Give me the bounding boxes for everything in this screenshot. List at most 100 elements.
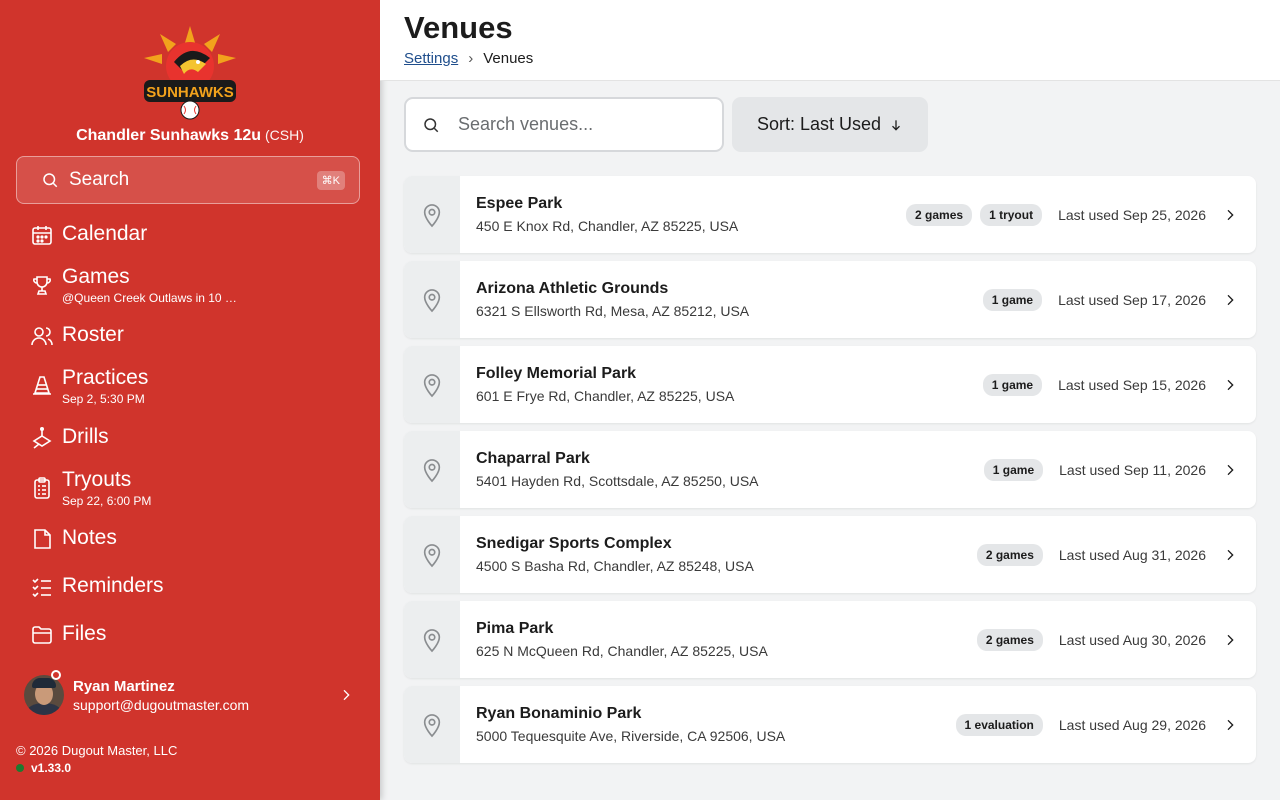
logo-wordmark: SUNHAWKS bbox=[146, 84, 234, 101]
venue-row[interactable]: Chaparral Park 5401 Hayden Rd, Scottsdal… bbox=[404, 431, 1256, 508]
search-icon bbox=[424, 117, 439, 132]
user-status-dot bbox=[51, 670, 61, 680]
page-header: Venues Settings › Venues bbox=[380, 0, 1280, 81]
usage-badge: 2 games bbox=[906, 203, 973, 226]
venue-name: Espee Park bbox=[476, 195, 563, 212]
sidebar-item-games[interactable]: Games @Queen Creek Outlaws in 10 … bbox=[30, 265, 237, 306]
map-pin-icon bbox=[423, 203, 441, 227]
arrow-down-icon bbox=[892, 119, 900, 131]
sidebar-item-label: Practices bbox=[62, 366, 149, 389]
venue-address: 5401 Hayden Rd, Scottsdale, AZ 85250, US… bbox=[476, 473, 759, 489]
breadcrumb-settings-link[interactable]: Settings bbox=[404, 50, 458, 67]
map-pin-icon bbox=[423, 543, 441, 567]
venue-name: Folley Memorial Park bbox=[476, 365, 637, 382]
venue-name: Ryan Bonaminio Park bbox=[476, 705, 642, 722]
sidebar-item-label: Calendar bbox=[62, 222, 148, 245]
user-profile-button[interactable]: Ryan Martinez support@dugoutmaster.com bbox=[24, 674, 354, 716]
chevron-right-icon bbox=[1227, 379, 1234, 390]
venue-row[interactable]: Snedigar Sports Complex 4500 S Basha Rd,… bbox=[404, 516, 1256, 593]
trophy-icon bbox=[33, 276, 51, 295]
sidebar-item-notes[interactable]: Notes bbox=[30, 526, 117, 551]
team-name-text: Chandler Sunhawks 12u bbox=[76, 127, 262, 144]
map-pin-icon bbox=[423, 288, 441, 312]
venue-name: Snedigar Sports Complex bbox=[476, 535, 672, 552]
page-title: Venues bbox=[404, 10, 513, 45]
search-icon bbox=[43, 173, 58, 188]
chevron-right-icon bbox=[1227, 719, 1234, 730]
cone-icon bbox=[33, 376, 51, 395]
clipboard-icon bbox=[34, 477, 50, 499]
sidebar-item-subtitle: @Queen Creek Outlaws in 10 … bbox=[62, 291, 237, 305]
breadcrumb-separator: › bbox=[468, 50, 474, 67]
sidebar-item-label: Roster bbox=[62, 323, 124, 346]
sidebar-item-label: Tryouts bbox=[62, 468, 132, 491]
venue-search-input[interactable]: Search venues... bbox=[404, 97, 724, 152]
sidebar-item-reminders[interactable]: Reminders bbox=[30, 574, 164, 599]
chevron-right-icon bbox=[1227, 464, 1234, 475]
venue-row[interactable]: Pima Park 625 N McQueen Rd, Chandler, AZ… bbox=[404, 601, 1256, 678]
usage-badge: 1 evaluation bbox=[955, 713, 1043, 736]
venue-address: 4500 S Basha Rd, Chandler, AZ 85248, USA bbox=[476, 558, 754, 574]
venue-name: Arizona Athletic Grounds bbox=[476, 280, 669, 297]
venue-address: 450 E Knox Rd, Chandler, AZ 85225, USA bbox=[476, 218, 739, 234]
usage-badge: 2 games bbox=[976, 543, 1043, 566]
sort-label: Sort: Last Used bbox=[756, 114, 882, 134]
keyboard-shortcut-badge: ⌘K bbox=[316, 170, 345, 190]
last-used-text: Last used Aug 29, 2026 bbox=[1058, 716, 1206, 733]
venue-row[interactable]: Folley Memorial Park 601 E Frye Rd, Chan… bbox=[404, 346, 1256, 423]
sidebar-item-label: Notes bbox=[62, 526, 117, 549]
user-name: Ryan Martinez bbox=[73, 677, 175, 695]
usage-badge: 2 games bbox=[976, 628, 1043, 651]
map-pin-icon bbox=[423, 373, 441, 397]
folder-icon bbox=[32, 626, 52, 644]
venue-row[interactable]: Ryan Bonaminio Park 5000 Tequesquite Ave… bbox=[404, 686, 1256, 763]
sidebar-item-drills[interactable]: Drills bbox=[30, 425, 109, 450]
last-used-text: Last used Aug 30, 2026 bbox=[1058, 631, 1206, 648]
last-used-text: Last used Aug 31, 2026 bbox=[1058, 546, 1206, 563]
chevron-right-icon bbox=[1227, 209, 1234, 220]
note-icon bbox=[34, 529, 51, 549]
sidebar-item-label: Games bbox=[62, 265, 130, 288]
venue-name: Chaparral Park bbox=[476, 450, 590, 467]
calendar-icon bbox=[32, 226, 52, 245]
venue-row[interactable]: Arizona Athletic Grounds 6321 S Ellswort… bbox=[404, 261, 1256, 338]
map-pin-icon bbox=[423, 713, 441, 737]
sidebar-search-button[interactable]: Search ⌘K bbox=[16, 156, 360, 204]
usage-badge: 1 game bbox=[983, 458, 1044, 481]
last-used-text: Last used Sep 11, 2026 bbox=[1059, 461, 1206, 478]
chevron-right-icon bbox=[343, 689, 350, 701]
team-logo[interactable]: SUNHAWKS bbox=[140, 24, 240, 120]
sidebar-search-label: Search bbox=[69, 169, 130, 190]
usage-badge: 1 game bbox=[982, 373, 1043, 396]
user-email: support@dugoutmaster.com bbox=[73, 696, 250, 713]
venue-address: 5000 Tequesquite Ave, Riverside, CA 9250… bbox=[476, 728, 786, 744]
online-status-dot bbox=[16, 764, 24, 772]
sidebar-item-label: Files bbox=[62, 622, 107, 645]
sidebar-item-practices[interactable]: Practices Sep 2, 5:30 PM bbox=[30, 366, 148, 407]
venue-address: 601 E Frye Rd, Chandler, AZ 85225, USA bbox=[476, 388, 735, 404]
app-version: v1.33.0 bbox=[16, 761, 71, 775]
sidebar-item-roster[interactable]: Roster bbox=[30, 323, 124, 348]
venue-row[interactable]: Espee Park 450 E Knox Rd, Chandler, AZ 8… bbox=[404, 176, 1256, 253]
copyright-text: © 2026 Dugout Master, LLC bbox=[16, 743, 178, 758]
usage-badge: 1 tryout bbox=[980, 203, 1043, 226]
usage-badge: 1 game bbox=[982, 288, 1043, 311]
map-pin-icon bbox=[423, 628, 441, 652]
sidebar-item-subtitle: Sep 2, 5:30 PM bbox=[62, 392, 145, 406]
sidebar-item-label: Drills bbox=[62, 425, 109, 448]
chevron-right-icon bbox=[1227, 294, 1234, 305]
venue-address: 625 N McQueen Rd, Chandler, AZ 85225, US… bbox=[476, 643, 768, 659]
sidebar-item-calendar[interactable]: Calendar bbox=[30, 222, 147, 247]
sidebar: SUNHAWKS Chandler Sunhawks 12u (CSH) Sear… bbox=[0, 0, 380, 800]
checklist-icon bbox=[32, 578, 51, 598]
map-pin-icon bbox=[423, 458, 441, 482]
venue-address: 6321 S Ellsworth Rd, Mesa, AZ 85212, USA bbox=[476, 303, 750, 319]
version-text: v1.33.0 bbox=[31, 761, 72, 775]
search-placeholder: Search venues... bbox=[458, 114, 594, 134]
sidebar-item-files[interactable]: Files bbox=[30, 622, 106, 647]
sidebar-item-tryouts[interactable]: Tryouts Sep 22, 6:00 PM bbox=[30, 468, 151, 509]
drill-icon bbox=[32, 426, 52, 449]
sort-button[interactable]: Sort: Last Used bbox=[732, 97, 928, 152]
last-used-text: Last used Sep 25, 2026 bbox=[1058, 206, 1206, 223]
team-abbr: (CSH) bbox=[265, 127, 304, 143]
